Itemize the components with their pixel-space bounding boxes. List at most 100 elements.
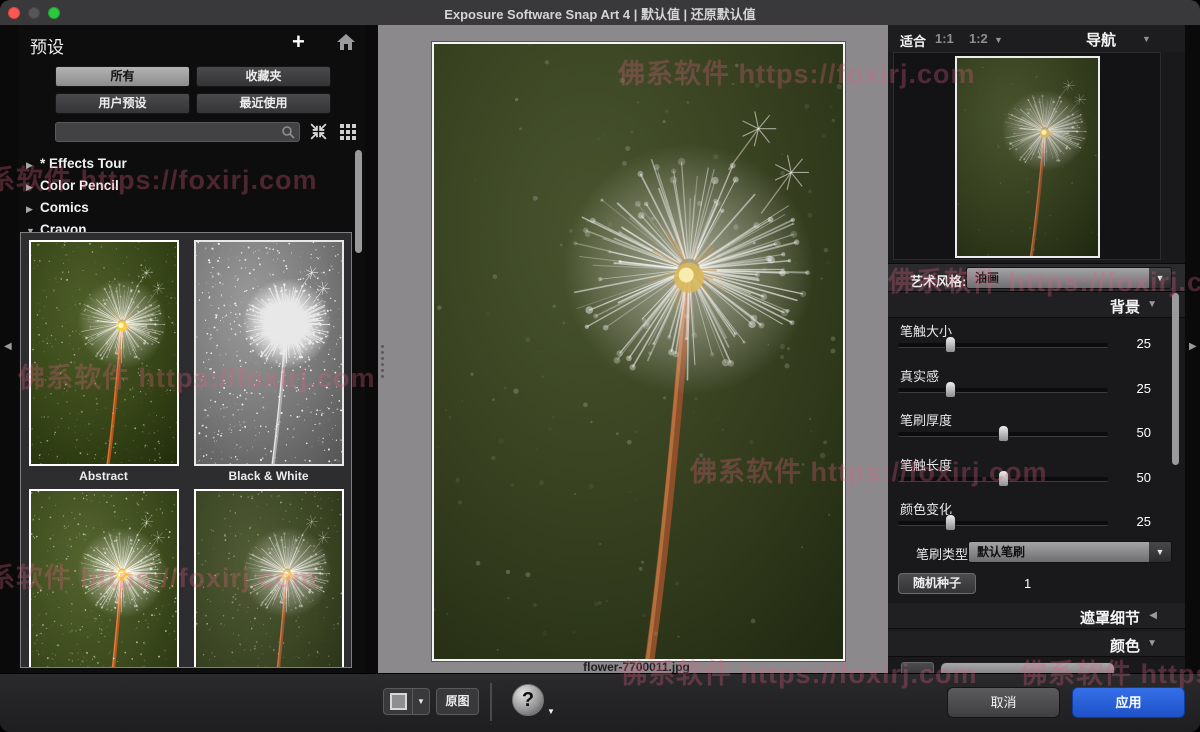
- random-seed-row: 随机种子 1: [888, 573, 1185, 599]
- window-title: Exposure Software Snap Art 4 | 默认值 | 还原默…: [0, 4, 1200, 23]
- panel-drag-handle[interactable]: [381, 342, 384, 381]
- tree-item-2[interactable]: ▶Color Pencil: [18, 175, 348, 197]
- slider-track[interactable]: [898, 343, 1108, 348]
- slider-label: 笔触大小: [900, 321, 952, 340]
- chevron-right-icon[interactable]: ▶: [26, 176, 40, 198]
- add-preset-button[interactable]: +: [292, 29, 305, 55]
- right-collapse-strip[interactable]: ▶: [1185, 25, 1200, 673]
- chevron-down-icon[interactable]: ▼: [1149, 268, 1171, 288]
- main-image[interactable]: [432, 42, 845, 661]
- navigator-box[interactable]: [893, 52, 1161, 260]
- slider-label: 笔刷厚度: [900, 410, 952, 429]
- preset-thumbnail-cell: [189, 489, 349, 668]
- preset-thumbnail-cell: Abstract: [24, 240, 184, 483]
- preset-thumbnail-cell: [24, 489, 184, 668]
- help-button[interactable]: ?: [512, 684, 544, 716]
- preset-thumbnail[interactable]: [29, 240, 179, 466]
- search-icon: [281, 125, 296, 145]
- zoom-1-2-button[interactable]: 1:2: [969, 31, 988, 46]
- chevron-right-icon[interactable]: ▶: [26, 154, 40, 176]
- bottom-bar: ▼ 原图 ? ▼ 取消 应用: [0, 673, 1200, 732]
- view-mode-dropdown-icon[interactable]: ▼: [413, 689, 429, 714]
- preset-search-box[interactable]: [55, 122, 300, 142]
- help-dropdown-icon[interactable]: ▼: [547, 707, 555, 716]
- slider-thumb[interactable]: [945, 514, 956, 531]
- color-section-partial-button[interactable]: [901, 662, 934, 673]
- preset-grid: Abstract Black & White: [20, 232, 352, 668]
- left-collapse-strip[interactable]: ◀: [0, 25, 18, 673]
- preset-filter-button-4[interactable]: 最近使用: [196, 93, 331, 114]
- preset-filter-button-3[interactable]: 用户预设: [55, 93, 190, 114]
- collapse-right-panel-icon[interactable]: ▶: [1189, 341, 1197, 352]
- section-collapsed-icon[interactable]: ◀: [1149, 610, 1157, 621]
- dandelion-image: [434, 44, 843, 659]
- settings-scrollbar[interactable]: [1172, 293, 1179, 465]
- divider: [490, 683, 492, 721]
- preset-filter-button-2[interactable]: 收藏夹: [196, 66, 331, 87]
- art-style-label: 艺术风格:: [910, 271, 966, 290]
- apply-button[interactable]: 应用: [1072, 687, 1185, 718]
- art-style-dropdown[interactable]: 油画 ▼: [966, 267, 1172, 289]
- preset-thumbnail[interactable]: [194, 489, 344, 668]
- preset-thumbnail-label: Black & White: [189, 466, 349, 483]
- slider-value: 25: [1137, 381, 1151, 396]
- brush-type-row: 笔刷类型 默认笔刷 ▼: [888, 539, 1185, 569]
- dandelion-image: [196, 242, 342, 464]
- preset-thumbnail-cell: Black & White: [189, 240, 349, 483]
- collapse-left-panel-icon[interactable]: ◀: [4, 341, 12, 352]
- slider-label: 笔触长度: [900, 455, 952, 474]
- tree-scrollbar[interactable]: [355, 150, 362, 253]
- preset-search-input[interactable]: [60, 124, 279, 142]
- color-section-partial-control[interactable]: [940, 662, 1115, 673]
- preview-area: flower-7700011.jpg: [365, 25, 888, 673]
- slider-row-4: 笔触长度 50: [888, 451, 1185, 495]
- settings-panel: 适合 1:1 1:2 ▼ 导航 ▼ 艺术风格: 油画 ▼ 背景 ▼ 笔触大小25…: [888, 25, 1185, 673]
- slider-track[interactable]: [898, 388, 1108, 393]
- chevron-down-icon[interactable]: ▼: [1149, 542, 1171, 562]
- slider-track[interactable]: [898, 521, 1108, 526]
- slider-thumb[interactable]: [945, 381, 956, 398]
- section-expanded-icon[interactable]: ▼: [1147, 299, 1157, 310]
- single-view-icon: [390, 693, 407, 710]
- section-expanded-icon[interactable]: ▼: [1147, 638, 1157, 649]
- tree-item-1[interactable]: ▶* Effects Tour: [18, 153, 348, 175]
- view-mode-split-button[interactable]: ▼: [383, 688, 430, 715]
- preset-tree: ▶* Effects Tour▶Color Pencil▶Comics▼Cray…: [18, 153, 348, 241]
- navigator-collapse-icon[interactable]: ▼: [1142, 34, 1151, 44]
- slider-value: 25: [1137, 514, 1151, 529]
- slider-label: 真实感: [900, 366, 939, 385]
- slider-row-3: 笔刷厚度50: [888, 406, 1185, 450]
- slider-value: 50: [1137, 470, 1151, 485]
- zoom-fit-button[interactable]: 适合: [900, 31, 926, 50]
- brush-type-dropdown[interactable]: 默认笔刷 ▼: [968, 541, 1172, 563]
- slider-label: 颜色变化: [900, 499, 952, 518]
- section-mask-detail[interactable]: 遮罩细节 ◀: [888, 603, 1185, 629]
- preset-thumbnail[interactable]: [194, 240, 344, 466]
- slider-row-2: 真实感 25: [888, 362, 1185, 406]
- chevron-right-icon[interactable]: ▶: [26, 198, 40, 220]
- navigator-thumbnail[interactable]: [955, 56, 1100, 258]
- grid-view-icon[interactable]: [338, 121, 359, 147]
- original-image-button[interactable]: 原图: [436, 688, 479, 715]
- zoom-1-1-button[interactable]: 1:1: [935, 31, 954, 46]
- slider-thumb[interactable]: [945, 336, 956, 353]
- slider-thumb[interactable]: [998, 425, 1009, 442]
- slider-track[interactable]: [898, 432, 1108, 437]
- section-color[interactable]: 颜色 ▼: [888, 631, 1185, 657]
- section-background[interactable]: 背景 ▼: [888, 292, 1185, 318]
- random-seed-button[interactable]: 随机种子: [898, 573, 976, 594]
- preset-thumbnail[interactable]: [29, 489, 179, 668]
- zoom-dropdown-icon[interactable]: ▼: [994, 35, 1003, 45]
- cancel-button[interactable]: 取消: [947, 687, 1060, 718]
- dandelion-image: [196, 491, 342, 668]
- app-window: Exposure Software Snap Art 4 | 默认值 | 还原默…: [0, 0, 1200, 732]
- presets-panel-title: 预设: [30, 33, 64, 58]
- tree-item-3[interactable]: ▶Comics: [18, 197, 348, 219]
- slider-track[interactable]: [898, 477, 1108, 482]
- collapse-tree-icon[interactable]: [308, 121, 329, 147]
- preset-filter-button-1[interactable]: 所有: [55, 66, 190, 87]
- art-style-value: 油画: [967, 268, 1149, 288]
- home-icon[interactable]: [336, 33, 356, 56]
- brush-type-label: 笔刷类型: [916, 544, 968, 563]
- slider-thumb[interactable]: [998, 470, 1009, 487]
